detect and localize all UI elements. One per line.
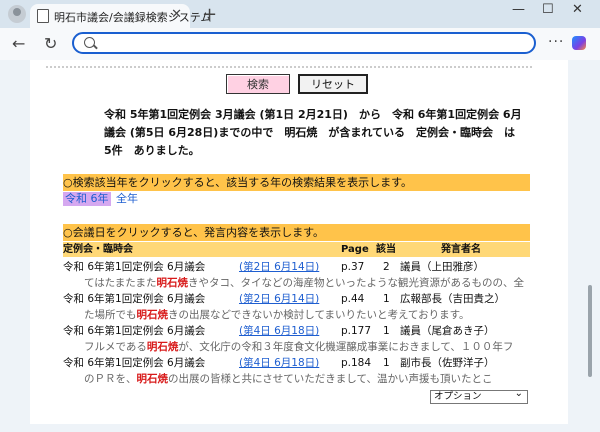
refresh-icon[interactable]: ↻ (44, 34, 57, 53)
table-row: 令和 6年第1回定例会 6月議会 (第2日 6月14日) p.37 2 議員（上… (63, 259, 530, 275)
hit-count: 1 (383, 293, 390, 305)
maximize-icon[interactable]: ☐ (542, 2, 554, 17)
speaker-name: 副市長（佐野洋子） (400, 357, 495, 369)
minimize-icon[interactable]: — (512, 2, 525, 17)
col-page: Page (341, 244, 369, 255)
meeting-name: 令和 6年第1回定例会 6月議会 (63, 261, 206, 273)
table-row: 令和 6年第1回定例会 6月議会 (第4日 6月18日) p.177 1 議員（… (63, 323, 530, 339)
snippet: た場所でも明石焼きの出展などできないか検討してまいりたいと考えております。 (84, 309, 470, 321)
new-tab-button[interactable]: + (202, 4, 217, 25)
meeting-name: 令和 6年第1回定例会 6月議会 (63, 325, 206, 337)
reset-button[interactable]: リセット (298, 74, 368, 94)
keyword-highlight: 明石焼 (156, 277, 188, 289)
browser-tab[interactable]: 明石市議会/会議録検索システム ✕ (30, 4, 211, 28)
window-close-icon[interactable]: ✕ (572, 2, 583, 17)
browser-window: 明石市議会/会議録検索システム ✕ + — ☐ ✕ ← ↻ ··· 検索 リセッ… (0, 0, 600, 432)
page-number: p.44 (341, 293, 365, 305)
table-row: 令和 6年第1回定例会 6月議会 (第4日 6月18日) p.184 1 副市長… (63, 355, 530, 371)
year-link-selected[interactable]: 令和 6年 (63, 192, 111, 206)
meeting-instruction: ○会議日をクリックすると、発言内容を表示します。 (63, 224, 530, 241)
keyword-highlight: 明石焼 (146, 341, 179, 353)
tab-title: 明石市議会/会議録検索システム (54, 11, 212, 24)
year-link-all[interactable]: 全年 (116, 192, 138, 206)
speaker-name: 議員（尾倉あき子） (400, 325, 495, 337)
meeting-date-link[interactable]: (第4日 6月18日) (239, 323, 319, 339)
speaker-name: 議員（上田雅彦） (400, 261, 484, 273)
meeting-name: 令和 6年第1回定例会 6月議会 (63, 357, 206, 369)
search-summary: 令和 5年第1回定例会 3月議会 (第1日 2月21日) から 令和 6年第1回… (104, 108, 526, 157)
search-icon (84, 37, 95, 48)
meeting-name: 令和 6年第1回定例会 6月議会 (63, 293, 206, 305)
speaker-name: 広報部長（吉田貴之） (400, 293, 505, 305)
meeting-date-link[interactable]: (第4日 6月18日) (239, 355, 319, 371)
page-icon (37, 9, 49, 23)
results-header: 定例会・臨時会 Page 該当 発言者名 (63, 242, 530, 257)
col-speaker: 発言者名 (441, 244, 481, 255)
meeting-date-link[interactable]: (第2日 6月14日) (239, 259, 319, 275)
scrollbar-thumb[interactable] (588, 285, 592, 377)
page-number: p.177 (341, 325, 372, 337)
snippet: フルメである明石焼が、文化庁の令和３年度食文化機運醸成事業におきまして、１００年… (84, 341, 514, 353)
address-bar[interactable] (72, 32, 536, 54)
snippet: てはたまたまた明石焼きやタコ、タイなどの海産物といったような観光資源があるものの… (84, 277, 524, 289)
option-select[interactable]: オプション (430, 388, 528, 404)
hit-count: 1 (383, 325, 390, 337)
tab-close-icon[interactable]: ✕ (171, 7, 182, 22)
page-number: p.37 (341, 261, 365, 273)
more-menu-icon[interactable]: ··· (548, 34, 564, 50)
col-meeting: 定例会・臨時会 (63, 244, 133, 255)
keyword-highlight: 明石焼 (136, 309, 169, 321)
back-icon[interactable]: ← (12, 34, 25, 53)
copilot-icon[interactable] (572, 36, 586, 50)
table-row: 令和 6年第1回定例会 6月議会 (第2日 6月14日) p.44 1 広報部長… (63, 291, 530, 307)
profile-avatar-icon[interactable] (8, 5, 26, 23)
hit-count: 2 (383, 261, 390, 273)
col-hit: 該当 (376, 244, 396, 255)
snippet: のＰＲを、明石焼の出展の皆様と共にさせていただきまして、温かい声援も頂いたとこ (84, 373, 493, 385)
search-button[interactable]: 検索 (226, 74, 290, 94)
year-instruction: ○検索該当年をクリックすると、該当する年の検索結果を表示します。 (63, 174, 530, 191)
tab-bar: 明石市議会/会議録検索システム ✕ + — ☐ ✕ (0, 0, 600, 28)
sidebar-gutter (568, 60, 600, 424)
page-number: p.184 (341, 357, 372, 369)
keyword-highlight: 明石焼 (136, 373, 169, 385)
meeting-date-link[interactable]: (第2日 6月14日) (239, 291, 319, 307)
hit-count: 1 (383, 357, 390, 369)
browser-toolbar: ← ↻ ··· (0, 28, 600, 60)
divider (46, 66, 532, 68)
